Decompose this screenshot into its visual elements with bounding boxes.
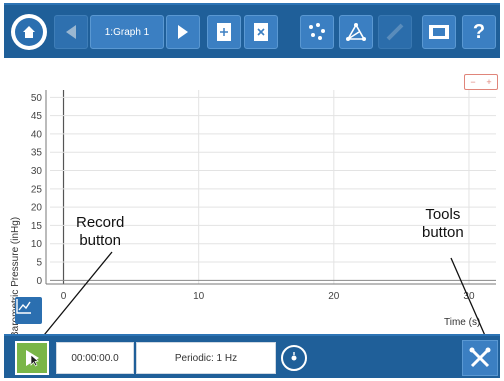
add-page-icon bbox=[217, 23, 231, 41]
y-tick-label: 15 bbox=[31, 221, 43, 232]
record-play-icon bbox=[26, 350, 39, 367]
x-axis-label[interactable]: Time (s) bbox=[444, 317, 480, 328]
x-tick-label: 20 bbox=[328, 291, 340, 302]
help-button[interactable]: ? bbox=[462, 15, 496, 49]
previous-page-button[interactable] bbox=[54, 15, 88, 49]
record-button[interactable] bbox=[15, 341, 49, 375]
line-chart-icon bbox=[16, 299, 31, 314]
forward-arrow-icon bbox=[178, 25, 188, 39]
y-tick-label: 30 bbox=[31, 166, 43, 177]
home-button[interactable] bbox=[11, 14, 47, 50]
home-icon bbox=[15, 18, 43, 46]
x-tick-label: 10 bbox=[193, 291, 205, 302]
help-icon: ? bbox=[472, 20, 486, 43]
graph-type-button[interactable] bbox=[15, 297, 42, 324]
graph-panel[interactable]: 0 10 20 30 0 5 10 15 20 25 30 35 40 45 50 Barometric P… bbox=[4, 58, 500, 338]
app-window: 1:Graph 1 ? 0 10 20 30 0 5 10 15 20 25 30 35 40 45 50 … bbox=[0, 0, 504, 381]
x-tick-label: 30 bbox=[463, 291, 475, 302]
zoom-out-icon[interactable]: − bbox=[470, 77, 475, 87]
record-button-annotation: Record button bbox=[76, 214, 124, 250]
data-points-icon bbox=[309, 23, 325, 40]
wrench-screwdriver-icon bbox=[469, 347, 491, 368]
sampling-rate-button[interactable]: Periodic: 1 Hz bbox=[136, 342, 276, 374]
snapshot-button[interactable] bbox=[422, 15, 456, 49]
elapsed-time-display: 00:00:00.0 bbox=[56, 342, 134, 374]
data-points-button[interactable] bbox=[300, 15, 334, 49]
y-tick-label: 35 bbox=[31, 148, 43, 159]
tools-button-annotation: Tools button bbox=[422, 206, 464, 242]
y-tick-label: 25 bbox=[31, 184, 43, 195]
top-toolbar: 1:Graph 1 ? bbox=[4, 3, 500, 58]
delete-page-icon bbox=[254, 23, 268, 41]
page-title: 1:Graph 1 bbox=[104, 26, 150, 38]
connect-points-button[interactable] bbox=[339, 15, 373, 49]
y-tick-label: 40 bbox=[31, 129, 43, 140]
y-tick-label: 20 bbox=[31, 203, 43, 214]
x-tick-label: 0 bbox=[61, 291, 67, 302]
next-page-button[interactable] bbox=[166, 15, 200, 49]
y-tick-label: 5 bbox=[36, 258, 42, 269]
clock-icon bbox=[291, 352, 297, 361]
record-annotation-line2: button bbox=[79, 232, 122, 249]
y-tick-label: 10 bbox=[31, 239, 43, 250]
y-tick-label: 45 bbox=[31, 111, 43, 122]
tools-annotation-line1: Tools bbox=[425, 206, 461, 223]
delete-page-button[interactable] bbox=[244, 15, 278, 49]
bottom-bar: 00:00:00.0 Periodic: 1 Hz bbox=[4, 334, 500, 378]
graph-plot[interactable]: 0 10 20 30 0 5 10 15 20 25 30 35 40 45 50 bbox=[4, 58, 500, 334]
record-annotation-line1: Record bbox=[76, 214, 125, 231]
back-arrow-icon bbox=[66, 25, 76, 39]
connect-lines-icon bbox=[346, 23, 366, 41]
y-tick-label: 50 bbox=[31, 93, 43, 104]
tools-annotation-line2: button bbox=[422, 224, 464, 241]
tools-button[interactable] bbox=[462, 340, 498, 376]
zoom-in-icon[interactable]: + bbox=[486, 77, 491, 87]
zoom-controls[interactable]: − + bbox=[464, 74, 498, 90]
add-page-button[interactable] bbox=[207, 15, 241, 49]
camera-icon bbox=[429, 25, 449, 39]
disabled-icon bbox=[386, 23, 404, 41]
page-selector[interactable]: 1:Graph 1 bbox=[90, 15, 164, 49]
collection-mode-button[interactable] bbox=[281, 345, 307, 371]
disabled-tool-button[interactable] bbox=[378, 15, 412, 49]
y-tick-label: 0 bbox=[36, 276, 42, 287]
